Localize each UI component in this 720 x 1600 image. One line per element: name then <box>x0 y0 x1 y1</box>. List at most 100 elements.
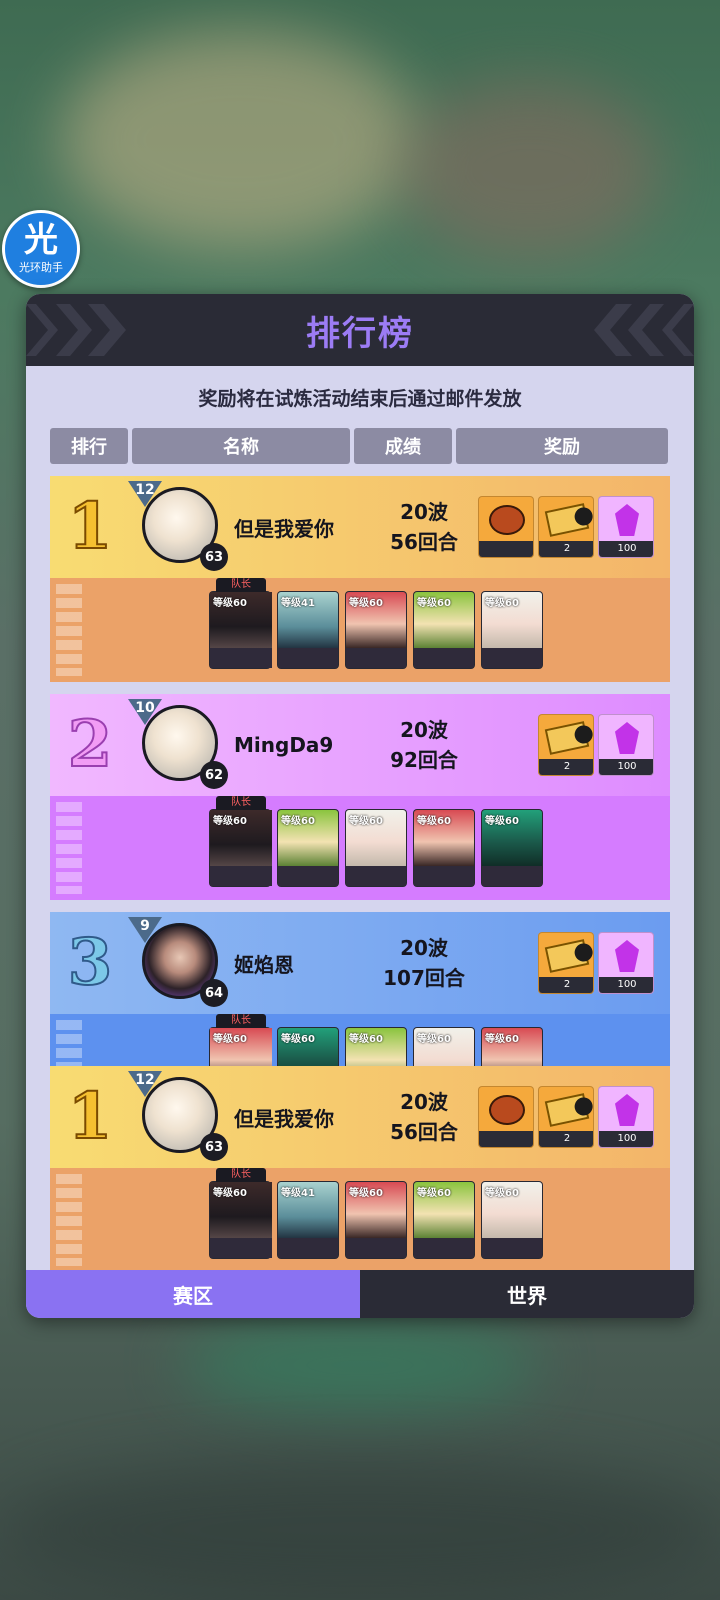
reward-item[interactable]: 100 <box>598 1086 654 1148</box>
ranking-row[interactable]: 3 9 64 姬焰恩 20波 107回合 2 100 <box>50 912 670 1014</box>
reward-count: 2 <box>539 541 593 557</box>
hero-stats-bar <box>346 1238 406 1258</box>
player-name: 但是我爱你 <box>234 516 334 541</box>
hero-stats-bar <box>210 1238 272 1258</box>
hero-card[interactable]: 等级41 <box>277 1181 339 1259</box>
player-avatar[interactable]: 9 64 <box>128 917 228 1007</box>
rank-number: 3 <box>67 925 114 1000</box>
player-name: 但是我爱你 <box>234 1106 334 1131</box>
hero-level: 等级60 <box>281 816 315 827</box>
hero-stats-bar <box>278 1238 338 1258</box>
player-avatar[interactable]: 12 63 <box>128 1071 228 1161</box>
reward-list: 2 100 <box>478 1086 654 1148</box>
captain-label: 队长 <box>216 578 266 592</box>
gem-icon <box>615 722 639 754</box>
tab-world[interactable]: 世界 <box>360 1270 694 1318</box>
score-rounds: 107回合 <box>383 966 465 990</box>
hero-level: 等级60 <box>417 1188 451 1199</box>
reward-item[interactable]: 100 <box>598 496 654 558</box>
hero-card[interactable]: 等级60 <box>277 809 339 887</box>
rank-number: 1 <box>67 489 114 564</box>
background-blur <box>400 80 660 260</box>
hero-level: 等级60 <box>213 598 247 609</box>
hero-card[interactable]: 等级60 <box>345 1181 407 1259</box>
ranking-row[interactable]: 2 10 62 MingDa9 20波 92回合 2 100 <box>50 694 670 796</box>
hero-stats-bar <box>278 648 338 668</box>
ranking-row[interactable]: 1 12 63 但是我爱你 20波 56回合 2 100 <box>50 476 670 578</box>
player-avatar[interactable]: 12 63 <box>128 481 228 571</box>
hero-card[interactable]: 等级60 <box>345 591 407 669</box>
hero-card[interactable]: 等级60 <box>481 809 543 887</box>
stripe-decoration <box>56 802 82 894</box>
halo-assistant-button[interactable]: 光 光环助手 <box>2 210 80 288</box>
reward-item[interactable]: 2 <box>538 714 594 776</box>
hero-card[interactable]: 等级60 <box>413 1181 475 1259</box>
hero-lineup: 队长 等级60 等级41 等级60 等级60 等级60 <box>209 1168 543 1259</box>
hero-level: 等级60 <box>349 816 383 827</box>
reward-item[interactable]: 100 <box>598 932 654 994</box>
hero-stats-bar <box>346 648 406 668</box>
player-avatar[interactable]: 10 62 <box>128 699 228 789</box>
hero-stats-bar <box>414 648 474 668</box>
hero-level: 等级60 <box>485 1188 519 1199</box>
hero-card[interactable]: 等级60 <box>481 591 543 669</box>
chevron-decoration-icon <box>594 304 694 356</box>
gem-icon <box>615 504 639 536</box>
hero-card[interactable]: 等级60 <box>345 809 407 887</box>
hero-card[interactable]: 等级60 <box>413 809 475 887</box>
score: 20波 92回合 <box>374 715 474 775</box>
hero-card[interactable]: 队长 等级60 <box>209 1168 272 1259</box>
reward-count: 100 <box>599 1131 653 1147</box>
reward-list: 2 100 <box>478 496 654 558</box>
column-headers: 排行 名称 成绩 奖励 <box>26 428 694 464</box>
self-ranking-row[interactable]: 1 12 63 但是我爱你 20波 56回合 2 100 <box>50 1066 670 1168</box>
tab-region[interactable]: 赛区 <box>26 1270 360 1318</box>
team-row: 队长 等级60 等级41 等级60 等级60 等级60 <box>50 1168 670 1272</box>
hero-stats-bar <box>414 866 474 886</box>
reward-item[interactable] <box>478 1086 534 1148</box>
hero-level: 等级60 <box>213 1034 247 1045</box>
hero-stats-bar <box>210 866 272 886</box>
hero-stats-bar <box>346 866 406 886</box>
hero-level: 等级60 <box>349 598 383 609</box>
reward-item[interactable]: 2 <box>538 496 594 558</box>
background-blur <box>60 30 420 250</box>
rank-number: 1 <box>67 1079 114 1154</box>
ranking-entry[interactable]: 1 12 63 但是我爱你 20波 56回合 2 100 队长 等级60 等级4… <box>50 476 670 682</box>
score-waves: 20波 <box>400 718 448 742</box>
score-waves: 20波 <box>400 936 448 960</box>
assistant-label: 光环助手 <box>19 261 63 274</box>
hero-level: 等级60 <box>485 598 519 609</box>
reward-count: 2 <box>539 1131 593 1147</box>
reward-item[interactable]: 100 <box>598 714 654 776</box>
rank-number: 2 <box>67 707 114 782</box>
reward-list: 2 100 <box>538 932 654 994</box>
leaderboard-panel: 排行榜 奖励将在试炼活动结束后通过邮件发放 排行 名称 成绩 奖励 1 12 6… <box>26 294 694 1318</box>
hero-level: 等级60 <box>349 1188 383 1199</box>
reward-item[interactable]: 2 <box>538 932 594 994</box>
ranking-entry[interactable]: 2 10 62 MingDa9 20波 92回合 2 100 队长 等级60 等… <box>50 694 670 900</box>
reward-count: 100 <box>599 759 653 775</box>
team-row: 队长 等级60 等级41 等级60 等级60 等级60 <box>50 578 670 682</box>
reward-list: 2 100 <box>538 714 654 776</box>
captain-label: 队长 <box>216 1014 266 1028</box>
hero-level: 等级60 <box>485 1034 519 1045</box>
reward-item[interactable]: 2 <box>538 1086 594 1148</box>
hero-card[interactable]: 等级41 <box>277 591 339 669</box>
hero-level: 等级60 <box>281 1034 315 1045</box>
hero-card[interactable]: 队长 等级60 <box>209 796 272 887</box>
hero-card[interactable]: 等级60 <box>481 1181 543 1259</box>
score: 20波 107回合 <box>374 933 474 993</box>
assistant-glyph: 光 <box>24 220 58 260</box>
hero-card[interactable]: 队长 等级60 <box>209 578 272 669</box>
score: 20波 56回合 <box>374 497 474 557</box>
background-blur <box>0 1460 720 1600</box>
hero-stats-bar <box>414 1238 474 1258</box>
hero-level: 等级60 <box>349 1034 383 1045</box>
reward-item[interactable] <box>478 496 534 558</box>
self-ranking-entry[interactable]: 1 12 63 但是我爱你 20波 56回合 2 100 队长 等级60 等级4… <box>26 1066 694 1272</box>
power-badge: 62 <box>200 761 228 789</box>
score-waves: 20波 <box>400 500 448 524</box>
hero-card[interactable]: 等级60 <box>413 591 475 669</box>
gem-icon <box>615 940 639 972</box>
